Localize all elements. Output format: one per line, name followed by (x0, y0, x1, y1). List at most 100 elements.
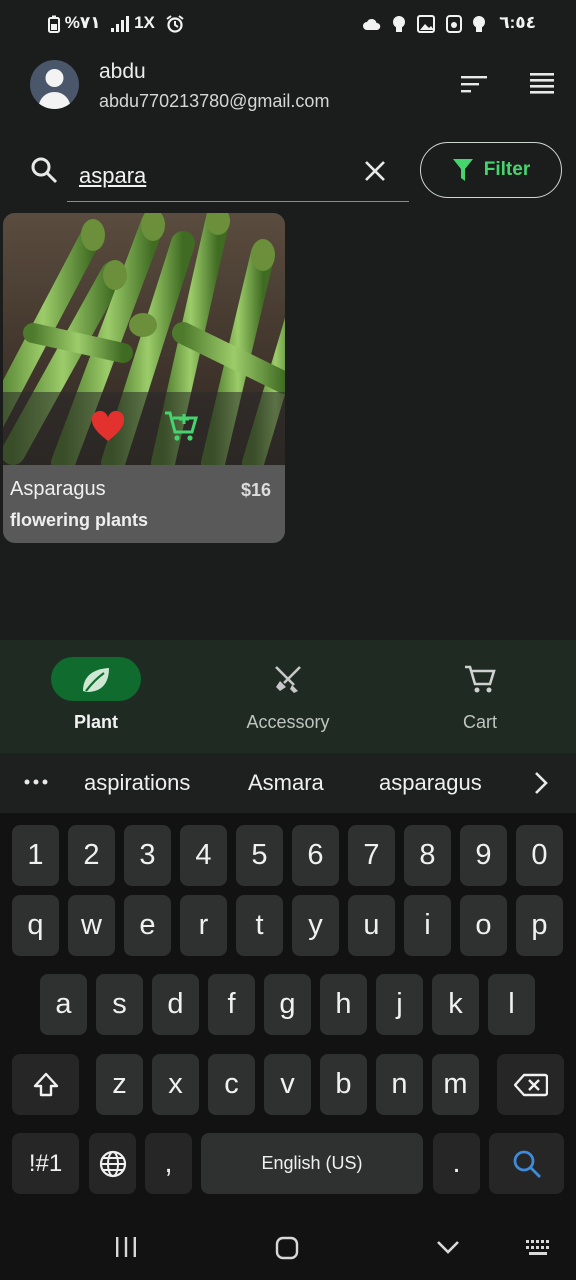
key-1[interactable]: 1 (12, 825, 59, 886)
period-key[interactable]: . (433, 1133, 480, 1194)
nav-accessory-label: Accessory (246, 712, 330, 732)
key-6[interactable]: 6 (292, 825, 339, 886)
key-d[interactable]: d (152, 974, 199, 1035)
key-4[interactable]: 4 (180, 825, 227, 886)
search-key-icon (513, 1150, 541, 1178)
user-avatar-icon (38, 69, 71, 109)
status-bar: %٧١ 1X ٦:٥٤ (0, 0, 576, 46)
product-card[interactable]: Asparagus $16 flowering plants (3, 213, 285, 543)
close-icon[interactable] (361, 157, 389, 185)
key-h[interactable]: h (320, 974, 367, 1035)
recent-apps-icon[interactable] (114, 1236, 138, 1258)
keyboard-switch-icon[interactable] (526, 1240, 552, 1256)
image-icon (417, 14, 435, 33)
shift-icon (33, 1072, 58, 1096)
search-icon (31, 157, 58, 184)
battery-icon (48, 15, 60, 33)
key-0[interactable]: 0 (516, 825, 563, 886)
app-notification-icon (445, 14, 462, 33)
key-y[interactable]: y (292, 895, 339, 956)
home-icon[interactable] (275, 1236, 299, 1260)
system-navigation-bar (0, 1210, 576, 1280)
key-o[interactable]: o (460, 895, 507, 956)
nav-cart[interactable]: Cart (384, 640, 576, 753)
key-a[interactable]: a (40, 974, 87, 1035)
key-v[interactable]: v (264, 1054, 311, 1115)
filter-button[interactable]: Filter (420, 142, 562, 198)
key-x[interactable]: x (152, 1054, 199, 1115)
cloud-icon (362, 18, 380, 30)
globe-icon (99, 1150, 126, 1177)
filter-icon (452, 159, 473, 181)
nav-accessory[interactable]: Accessory (192, 640, 384, 753)
network-type: 1X (134, 13, 155, 32)
gardening-tools-icon (275, 666, 301, 693)
language-key[interactable] (89, 1133, 136, 1194)
key-5[interactable]: 5 (236, 825, 283, 886)
user-email: abdu770213780@gmail.com (99, 91, 330, 111)
key-i[interactable]: i (404, 895, 451, 956)
suggestion-bar: aspirations Asmara asparagus (0, 753, 576, 813)
key-c[interactable]: c (208, 1054, 255, 1115)
nav-plant-label: Plant (73, 712, 118, 732)
key-9[interactable]: 9 (460, 825, 507, 886)
leaf-icon (83, 668, 109, 692)
chevron-down-icon[interactable] (436, 1240, 460, 1256)
key-t[interactable]: t (236, 895, 283, 956)
avatar[interactable] (30, 60, 79, 109)
search-key[interactable] (489, 1133, 564, 1194)
key-u[interactable]: u (348, 895, 395, 956)
card-actions-overlay (3, 392, 285, 465)
key-b[interactable]: b (320, 1054, 367, 1115)
key-e[interactable]: e (124, 895, 171, 956)
menu-icon[interactable] (529, 70, 557, 98)
key-q[interactable]: q (12, 895, 59, 956)
backspace-icon (513, 1073, 548, 1096)
add-to-cart-icon[interactable] (164, 409, 198, 443)
key-g[interactable]: g (264, 974, 311, 1035)
key-n[interactable]: n (376, 1054, 423, 1115)
key-z[interactable]: z (96, 1054, 143, 1115)
search-input[interactable] (67, 150, 409, 202)
key-p[interactable]: p (516, 895, 563, 956)
key-s[interactable]: s (96, 974, 143, 1035)
space-key[interactable]: English (US) (201, 1133, 423, 1194)
product-name: Asparagus (10, 478, 106, 500)
comma-key[interactable]: , (145, 1133, 192, 1194)
key-2[interactable]: 2 (68, 825, 115, 886)
cart-icon (465, 665, 496, 693)
lightbulb-icon-2 (473, 15, 486, 32)
key-l[interactable]: l (488, 974, 535, 1035)
key-w[interactable]: w (68, 895, 115, 956)
symbols-key[interactable]: !#1 (12, 1133, 79, 1194)
status-right: ٦:٥٤ (356, 13, 536, 33)
key-f[interactable]: f (208, 974, 255, 1035)
backspace-key[interactable] (497, 1054, 564, 1115)
key-r[interactable]: r (180, 895, 227, 956)
product-price: $16 (240, 480, 271, 500)
suggestion-item[interactable]: aspirations (84, 770, 190, 796)
shift-key[interactable] (12, 1054, 79, 1115)
sort-icon[interactable] (460, 70, 488, 98)
bottom-navigation: Plant Accessory Cart (0, 640, 576, 753)
alarm-icon (166, 14, 184, 33)
key-7[interactable]: 7 (348, 825, 395, 886)
user-name: abdu (99, 60, 146, 83)
chevron-right-icon[interactable] (533, 771, 549, 795)
suggestion-item[interactable]: Asmara (248, 770, 324, 796)
key-8[interactable]: 8 (404, 825, 451, 886)
nav-cart-label: Cart (462, 712, 497, 732)
status-time: ٦:٥٤ (499, 13, 536, 32)
product-category: flowering plants (10, 510, 149, 530)
lightbulb-icon (393, 15, 406, 32)
more-icon[interactable] (24, 779, 48, 785)
signal-icon (111, 15, 130, 32)
keyboard: aspirations Asmara asparagus 1 2 3 4 5 6… (0, 753, 576, 1210)
key-3[interactable]: 3 (124, 825, 171, 886)
key-m[interactable]: m (432, 1054, 479, 1115)
suggestion-item[interactable]: asparagus (379, 770, 482, 796)
key-j[interactable]: j (376, 974, 423, 1035)
heart-icon[interactable] (91, 411, 125, 443)
key-k[interactable]: k (432, 974, 479, 1035)
nav-plant[interactable]: Plant (0, 640, 192, 753)
